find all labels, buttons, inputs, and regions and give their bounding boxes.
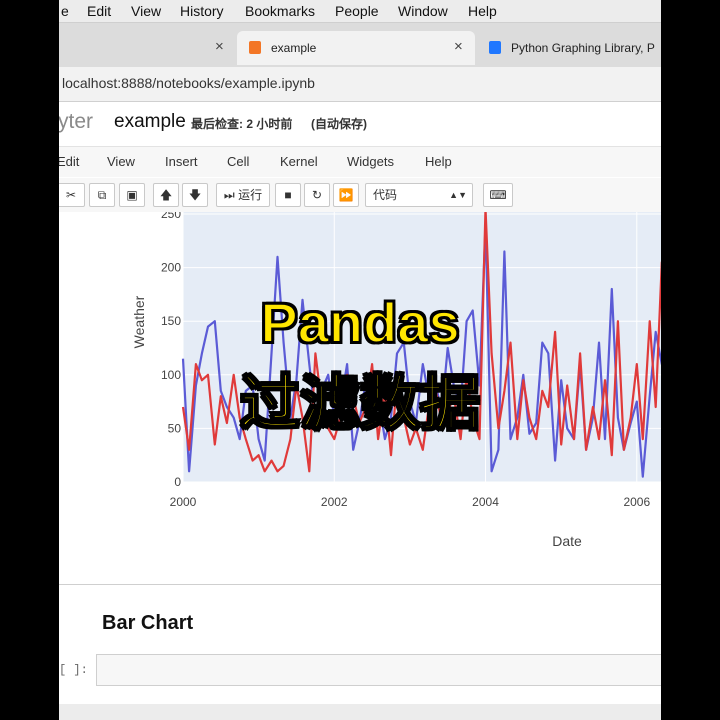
cut-button[interactable]: ✂ bbox=[59, 183, 85, 207]
tab-previous[interactable]: × bbox=[59, 31, 235, 65]
run-label: 运行 bbox=[238, 188, 263, 202]
jupyter-toolbar: ✂ ⧉ ▣ 🡅 🡇 ⏭ 运行 ■ ↻ ⏩ 代码 ▲▼ ⌨ bbox=[59, 178, 661, 213]
notebook-title[interactable]: example bbox=[114, 111, 186, 133]
y-tick-label: 0 bbox=[174, 475, 181, 489]
url-text[interactable]: localhost:8888/notebooks/example.ipynb bbox=[62, 75, 315, 91]
cell-type-select[interactable]: 代码 ▲▼ bbox=[365, 183, 473, 207]
jupyter-favicon-icon bbox=[249, 41, 261, 54]
bar-chart-heading: Bar Chart bbox=[102, 612, 194, 634]
code-cell-input[interactable] bbox=[96, 654, 661, 686]
cell-separator bbox=[59, 584, 661, 585]
y-tick-label: 200 bbox=[161, 261, 181, 275]
move-down-button[interactable]: 🡇 bbox=[182, 183, 208, 207]
jupyter-header: yter example 最后检查: 2 小时前 (自动保存) bbox=[59, 102, 661, 147]
y-tick-label: 250 bbox=[161, 212, 181, 221]
x-tick-label: 2000 bbox=[170, 495, 197, 509]
jmenu-edit[interactable]: Edit bbox=[59, 154, 79, 169]
x-tick-label: 2004 bbox=[472, 495, 499, 509]
menu-people[interactable]: People bbox=[335, 3, 379, 19]
copy-button[interactable]: ⧉ bbox=[89, 183, 115, 207]
address-bar[interactable]: localhost:8888/notebooks/example.ipynb bbox=[59, 67, 661, 102]
overlay-caption-line1: Pandas bbox=[259, 290, 460, 355]
restart-button[interactable]: ↻ bbox=[304, 183, 330, 207]
restart-run-all-button[interactable]: ⏩ bbox=[333, 183, 359, 207]
jupyter-logo[interactable]: yter bbox=[59, 110, 93, 134]
tab-plotly[interactable]: Python Graphing Library, P bbox=[481, 31, 661, 65]
jmenu-kernel[interactable]: Kernel bbox=[280, 154, 318, 169]
tab-close-icon[interactable]: × bbox=[215, 38, 224, 55]
run-button[interactable]: ⏭ 运行 bbox=[216, 183, 270, 207]
interrupt-button[interactable]: ■ bbox=[275, 183, 301, 207]
jmenu-help[interactable]: Help bbox=[425, 154, 452, 169]
menu-window[interactable]: Window bbox=[398, 3, 448, 19]
plotly-favicon-icon bbox=[489, 41, 501, 54]
select-arrows-icon: ▲▼ bbox=[449, 190, 467, 200]
jmenu-view[interactable]: View bbox=[107, 154, 135, 169]
checkpoint-status: 最后检查: 2 小时前 bbox=[191, 117, 293, 131]
menu-history[interactable]: History bbox=[180, 3, 224, 19]
overlay-caption-line2: 过滤数据 bbox=[239, 369, 481, 438]
jmenu-cell[interactable]: Cell bbox=[227, 154, 249, 169]
menu-edit[interactable]: Edit bbox=[87, 3, 111, 19]
menu-help[interactable]: Help bbox=[468, 3, 497, 19]
notebook-area: 050100150200250200020022004200620DateWea… bbox=[59, 212, 661, 720]
jmenu-widgets[interactable]: Widgets bbox=[347, 154, 394, 169]
run-icon: ⏭ bbox=[223, 188, 235, 202]
x-tick-label: 2006 bbox=[623, 495, 650, 509]
paste-button[interactable]: ▣ bbox=[119, 183, 145, 207]
x-axis-title: Date bbox=[552, 533, 582, 549]
tab-close-icon[interactable]: × bbox=[454, 38, 463, 55]
tab-label: Python Graphing Library, P bbox=[511, 41, 655, 55]
move-up-button[interactable]: 🡅 bbox=[153, 183, 179, 207]
menu-file[interactable]: e bbox=[61, 3, 69, 19]
tab-example[interactable]: example × bbox=[237, 31, 475, 65]
cell-prompt: [ ]: bbox=[59, 663, 88, 677]
mac-menubar: e Edit View History Bookmarks People Win… bbox=[59, 0, 661, 23]
browser-tab-bar: × example × Python Graphing Library, P bbox=[59, 23, 661, 67]
jmenu-insert[interactable]: Insert bbox=[165, 154, 198, 169]
jupyter-menubar: Edit View Insert Cell Kernel Widgets Hel… bbox=[59, 147, 661, 177]
x-tick-label: 2002 bbox=[321, 495, 348, 509]
tab-label: example bbox=[271, 41, 317, 55]
keyboard-shortcuts-button[interactable]: ⌨ bbox=[483, 183, 513, 207]
autosave-status: (自动保存) bbox=[311, 117, 367, 131]
cell-type-value: 代码 bbox=[373, 188, 398, 202]
menu-view[interactable]: View bbox=[131, 3, 161, 19]
notebook-footer bbox=[59, 704, 661, 720]
menu-bookmarks[interactable]: Bookmarks bbox=[245, 3, 315, 19]
